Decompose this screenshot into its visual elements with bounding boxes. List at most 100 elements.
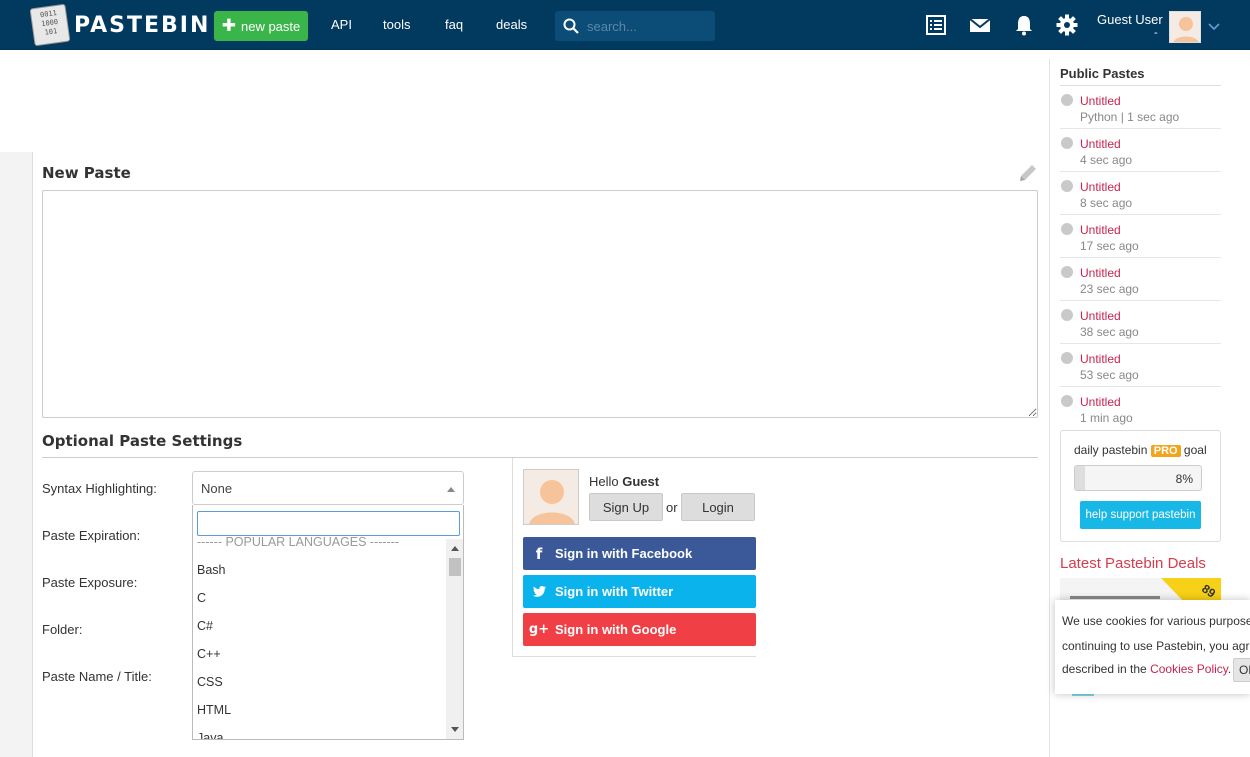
pro-badge: PRO	[1150, 445, 1181, 457]
search-icon[interactable]	[563, 18, 579, 34]
public-paste-item: Untitled 53 sec ago	[1060, 344, 1221, 387]
public-paste-item: Untitled 17 sec ago	[1060, 215, 1221, 258]
cookie-text-line: continuing to use Pastebin, you agre	[1062, 639, 1250, 653]
twitter-icon	[523, 583, 555, 601]
public-paste-item: Untitled 1 min ago	[1060, 387, 1221, 430]
paste-exposure-label: Paste Exposure:	[42, 575, 138, 590]
new-paste-label: new paste	[240, 18, 301, 34]
new-paste-button[interactable]: ✚ new paste	[214, 11, 308, 41]
paste-meta: 8 sec ago	[1080, 196, 1133, 210]
nav-tools-link[interactable]: tools	[383, 17, 410, 32]
facebook-icon: f	[535, 544, 543, 563]
option-c[interactable]: C	[197, 591, 206, 605]
scroll-up-icon[interactable]	[451, 546, 459, 551]
option-java[interactable]: Java	[197, 731, 223, 739]
option-csharp[interactable]: C#	[197, 619, 213, 633]
logo[interactable]: 0011 1000 101 PASTEBIN	[29, 3, 211, 47]
logo-text: PASTEBIN	[74, 12, 211, 38]
globe-icon	[1061, 223, 1073, 235]
goal-prefix: daily pastebin	[1074, 443, 1148, 457]
paste-title-link[interactable]: Untitled	[1080, 309, 1121, 323]
cookie-notice: We use cookies for various purposes cont…	[1055, 600, 1250, 694]
option-bash[interactable]: Bash	[197, 563, 226, 577]
paste-title-link[interactable]: Untitled	[1080, 395, 1121, 409]
cookie-ok-button[interactable]: OK	[1233, 658, 1250, 682]
avatar[interactable]	[1169, 11, 1201, 43]
goal-progress-bar: 8%	[1074, 465, 1202, 491]
globe-icon	[1061, 352, 1073, 364]
user-subtext: -	[1154, 27, 1158, 39]
latest-deals-title[interactable]: Latest Pastebin Deals	[1060, 555, 1206, 572]
cookie-text-line: We use cookies for various purposes	[1062, 614, 1250, 628]
search-box	[555, 11, 715, 41]
globe-icon	[1061, 94, 1073, 106]
globe-icon	[1061, 395, 1073, 407]
paste-title-link[interactable]: Untitled	[1080, 137, 1121, 151]
sidebar-border	[1049, 59, 1050, 757]
deal-graphic	[1070, 596, 1160, 599]
paste-title-link[interactable]: Untitled	[1080, 352, 1121, 366]
hello-guest: Hello Guest	[589, 474, 659, 489]
paste-content-textarea[interactable]	[42, 190, 1038, 418]
or-label: or	[666, 500, 678, 515]
folder-label: Folder:	[42, 622, 83, 637]
paste-meta: 23 sec ago	[1080, 282, 1139, 296]
paste-name-label: Paste Name / Title:	[42, 669, 152, 684]
nav-api-link[interactable]: API	[331, 17, 352, 32]
sign-up-button[interactable]: Sign Up	[589, 493, 663, 521]
search-input[interactable]	[587, 18, 707, 34]
google-label: Sign in with Google	[555, 622, 677, 637]
pencil-icon[interactable]	[1017, 164, 1039, 184]
public-paste-item: Untitled 4 sec ago	[1060, 129, 1221, 172]
content-border	[32, 152, 33, 757]
facebook-signin-button[interactable]: f Sign in with Facebook	[523, 537, 756, 570]
option-cpp[interactable]: C++	[197, 647, 221, 661]
selected-value: None	[201, 481, 233, 496]
cookies-policy-link[interactable]: Cookies Policy	[1150, 662, 1228, 676]
public-paste-item: Untitled 38 sec ago	[1060, 301, 1221, 344]
help-support-button[interactable]: help support pastebin	[1080, 501, 1201, 529]
gear-icon[interactable]	[1056, 14, 1078, 36]
syntax-search-input[interactable]	[197, 511, 460, 536]
mail-icon[interactable]	[969, 14, 991, 36]
option-html[interactable]: HTML	[197, 703, 231, 717]
chevron-down-icon[interactable]	[1208, 20, 1220, 32]
google-signin-button[interactable]: g+ Sign in with Google	[523, 613, 756, 646]
paste-meta: 17 sec ago	[1080, 239, 1139, 253]
syntax-highlighting-select[interactable]: None	[192, 471, 464, 505]
paste-title-link[interactable]: Untitled	[1080, 223, 1121, 237]
paste-title-link[interactable]: Untitled	[1080, 266, 1121, 280]
plus-icon: ✚	[221, 16, 236, 35]
public-paste-item: Untitled Python | 1 sec ago	[1060, 86, 1221, 129]
syntax-dropdown: ------ POPULAR LANGUAGES ------- Bash C …	[192, 505, 464, 740]
bell-icon[interactable]	[1013, 14, 1035, 36]
scroll-thumb[interactable]	[449, 558, 461, 576]
goal-percent: 8%	[1175, 472, 1193, 486]
login-button[interactable]: Login	[681, 493, 755, 521]
scroll-down-icon[interactable]	[451, 727, 459, 732]
paste-title-link[interactable]: Untitled	[1080, 180, 1121, 194]
user-silhouette-icon	[529, 480, 575, 524]
daily-goal-box: daily pastebin PRO goal 8% help support …	[1060, 430, 1221, 542]
twitter-signin-button[interactable]: Sign in with Twitter	[523, 575, 756, 608]
guest-avatar	[523, 469, 579, 525]
paste-meta: 4 sec ago	[1080, 153, 1133, 167]
chevron-up-icon	[447, 487, 455, 492]
google-plus-icon: g+	[528, 622, 550, 637]
top-navbar: 0011 1000 101 PASTEBIN ✚ new paste API t…	[0, 0, 1250, 50]
option-css[interactable]: CSS	[197, 675, 223, 689]
list-icon[interactable]	[925, 14, 947, 36]
user-name[interactable]: Guest User	[1097, 12, 1163, 27]
paste-title-link[interactable]: Untitled	[1080, 94, 1121, 108]
nav-deals-link[interactable]: deals	[496, 17, 527, 32]
new-paste-title: New Paste	[42, 164, 131, 182]
twitter-label: Sign in with Twitter	[555, 584, 674, 599]
goal-text: daily pastebin PRO goal	[1074, 443, 1207, 457]
goal-suffix: goal	[1183, 443, 1207, 457]
nav-faq-link[interactable]: faq	[445, 17, 463, 32]
hello-label: Hello	[589, 474, 619, 489]
paste-meta: 1 min ago	[1080, 411, 1133, 425]
dropdown-scrollbar[interactable]	[446, 539, 463, 739]
cookie-text-line: described in the Cookies Policy.	[1062, 662, 1231, 676]
globe-icon	[1061, 266, 1073, 278]
